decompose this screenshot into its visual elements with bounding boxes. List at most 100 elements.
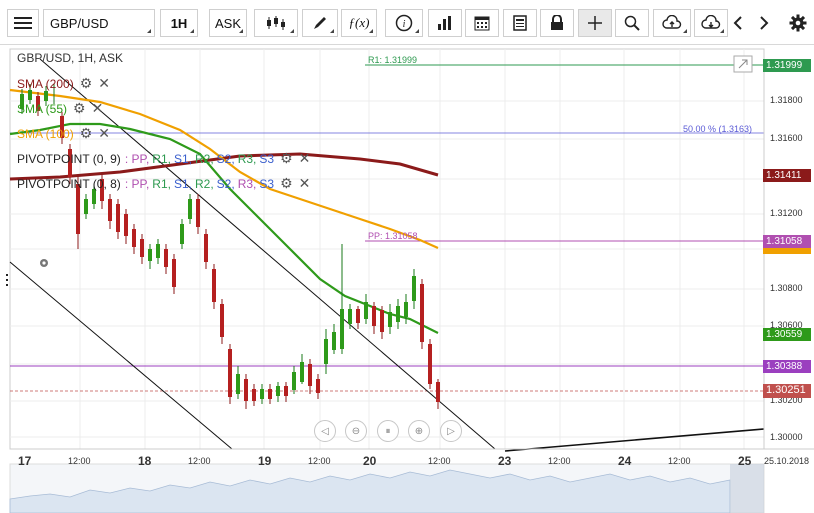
pan-left-button[interactable]: ◁: [314, 420, 336, 442]
triangle-left-icon: ◁: [321, 425, 329, 437]
zoom-button[interactable]: [615, 9, 649, 37]
volume-button[interactable]: [428, 9, 462, 37]
event-marker-icon: [40, 259, 48, 267]
pivot-r1: R1,: [152, 176, 171, 191]
scroll-right-button[interactable]: [756, 9, 772, 37]
indicator-pivot-2[interactable]: PIVOTPOINT (0, 8) : PP, R1, S1, R2, S2, …: [17, 175, 310, 192]
bar-chart-icon: [438, 16, 451, 30]
drawing-tool-button[interactable]: [302, 9, 338, 37]
info-button[interactable]: i: [385, 9, 423, 37]
lock-icon: [551, 15, 563, 30]
cloud-upload-icon: [662, 15, 682, 29]
upload-button[interactable]: [653, 9, 691, 37]
fib-label: 50.00 % (1.3163): [683, 124, 753, 134]
price-badge-sma55: 1.30559: [763, 328, 811, 341]
close-icon[interactable]: ✕: [299, 150, 311, 167]
price-type-value: ASK: [214, 15, 241, 31]
timeframe-select[interactable]: 1H: [160, 9, 198, 37]
indicator-label: PIVOTPOINT (0, 9): [17, 151, 121, 166]
pivot-r3: R3,: [237, 151, 257, 166]
gear-icon[interactable]: ⚙: [73, 100, 86, 117]
layout-button[interactable]: [503, 9, 537, 37]
x-day: 18: [138, 454, 152, 468]
close-icon[interactable]: ✕: [299, 175, 311, 192]
indicator-sma100[interactable]: SMA (100) ⚙ ✕: [17, 125, 110, 142]
triangle-right-icon: ▷: [447, 425, 455, 437]
indicators-button[interactable]: ƒ(x): [341, 9, 377, 37]
x-day: 23: [498, 454, 512, 468]
y-tick: 1.31800: [770, 95, 803, 105]
x-time: 12:00: [68, 456, 91, 466]
lock-button[interactable]: [540, 9, 574, 37]
x-day: 24: [618, 454, 632, 468]
pencil-icon: [314, 17, 326, 29]
x-day: 17: [18, 454, 32, 468]
timeframe-value: 1H: [170, 15, 188, 31]
candlestick-icon: [267, 16, 285, 30]
y-tick: 1.31600: [770, 133, 803, 143]
gear-icon[interactable]: ⚙: [280, 175, 293, 192]
pivot-s2: S2,: [216, 151, 235, 166]
chevron-left-icon: [733, 16, 742, 30]
zoom-out-button[interactable]: ⊖: [345, 420, 367, 442]
crosshair-icon: [588, 16, 602, 30]
price-type-select[interactable]: ASK: [209, 9, 247, 37]
indicator-pivot-1[interactable]: PIVOTPOINT (0, 9) : PP, R1, S1, R2, S2, …: [17, 150, 310, 167]
y-tick: 1.30800: [770, 283, 803, 293]
indicator-label: SMA (100): [17, 126, 74, 141]
symbol-value: GBP/USD: [50, 15, 109, 31]
gear-icon[interactable]: ⚙: [80, 75, 93, 92]
crosshair-button[interactable]: [578, 9, 612, 37]
close-icon[interactable]: ✕: [92, 100, 104, 117]
pivot-pp: : PP,: [124, 151, 150, 166]
indicator-label: SMA (200): [17, 76, 74, 91]
x-time: 12:00: [668, 456, 691, 466]
pp-label: PP: 1.31058: [368, 231, 418, 241]
x-day: 20: [363, 454, 377, 468]
chart-type-button[interactable]: [254, 9, 298, 37]
x-time: 12:00: [428, 456, 451, 466]
symbol-select[interactable]: GBP/USD: [43, 9, 155, 37]
gear-icon[interactable]: ⚙: [280, 150, 293, 167]
indicator-label: SMA (55): [17, 101, 68, 116]
settings-button[interactable]: [787, 9, 809, 37]
zoom-in-button[interactable]: ⊕: [408, 420, 430, 442]
fullscreen-icon: [733, 55, 753, 73]
download-button[interactable]: [694, 9, 728, 37]
pivot-s1: S1,: [173, 176, 192, 191]
r1-label: R1: 1.31999: [368, 55, 418, 65]
zoom-in-icon: ⊕: [414, 425, 424, 437]
indicator-sma55[interactable]: SMA (55) ⚙ ✕: [17, 100, 103, 117]
gear-icon: [789, 14, 807, 32]
indicator-sma200[interactable]: SMA (200) ⚙ ✕: [17, 75, 110, 92]
price-badge-r1: 1.31999: [763, 59, 811, 72]
price-badge-sma200: 1.31411: [763, 169, 811, 182]
calendar-button[interactable]: [465, 9, 499, 37]
pan-right-button[interactable]: ▷: [440, 420, 462, 442]
pivot-s1: S1,: [173, 151, 192, 166]
info-icon: i: [395, 14, 413, 32]
function-icon: ƒ(x): [348, 15, 370, 30]
reset-icon: ⏸: [385, 425, 391, 437]
zoom-out-icon: ⊖: [351, 425, 361, 437]
pivot-r2: R2,: [194, 151, 214, 166]
gear-icon[interactable]: ⚙: [80, 125, 93, 142]
pivot-r3: R3,: [237, 176, 257, 191]
chart-area[interactable]: GBP/USD, 1H, ASK SMA (200) ⚙ ✕ SMA (55) ⚙…: [0, 44, 814, 513]
x-time: 12:00: [308, 456, 331, 466]
price-chart[interactable]: [0, 44, 814, 513]
reset-view-button[interactable]: ⏸: [377, 420, 399, 442]
menu-button[interactable]: [7, 9, 39, 37]
price-badge-pp: 1.31058: [763, 235, 811, 248]
y-tick: 1.31200: [770, 208, 803, 218]
document-icon: [513, 15, 527, 31]
indicator-label: PIVOTPOINT (0, 8): [17, 176, 121, 191]
pivot-pp: : PP,: [124, 176, 150, 191]
price-badge-current: 1.30251: [763, 384, 811, 398]
svg-text:i: i: [403, 19, 406, 30]
scroll-left-button[interactable]: [730, 9, 746, 37]
toolbar: GBP/USD 1H ASK ƒ(x) i: [0, 0, 814, 45]
close-icon[interactable]: ✕: [98, 125, 110, 142]
x-day: 19: [258, 454, 272, 468]
close-icon[interactable]: ✕: [98, 75, 110, 92]
